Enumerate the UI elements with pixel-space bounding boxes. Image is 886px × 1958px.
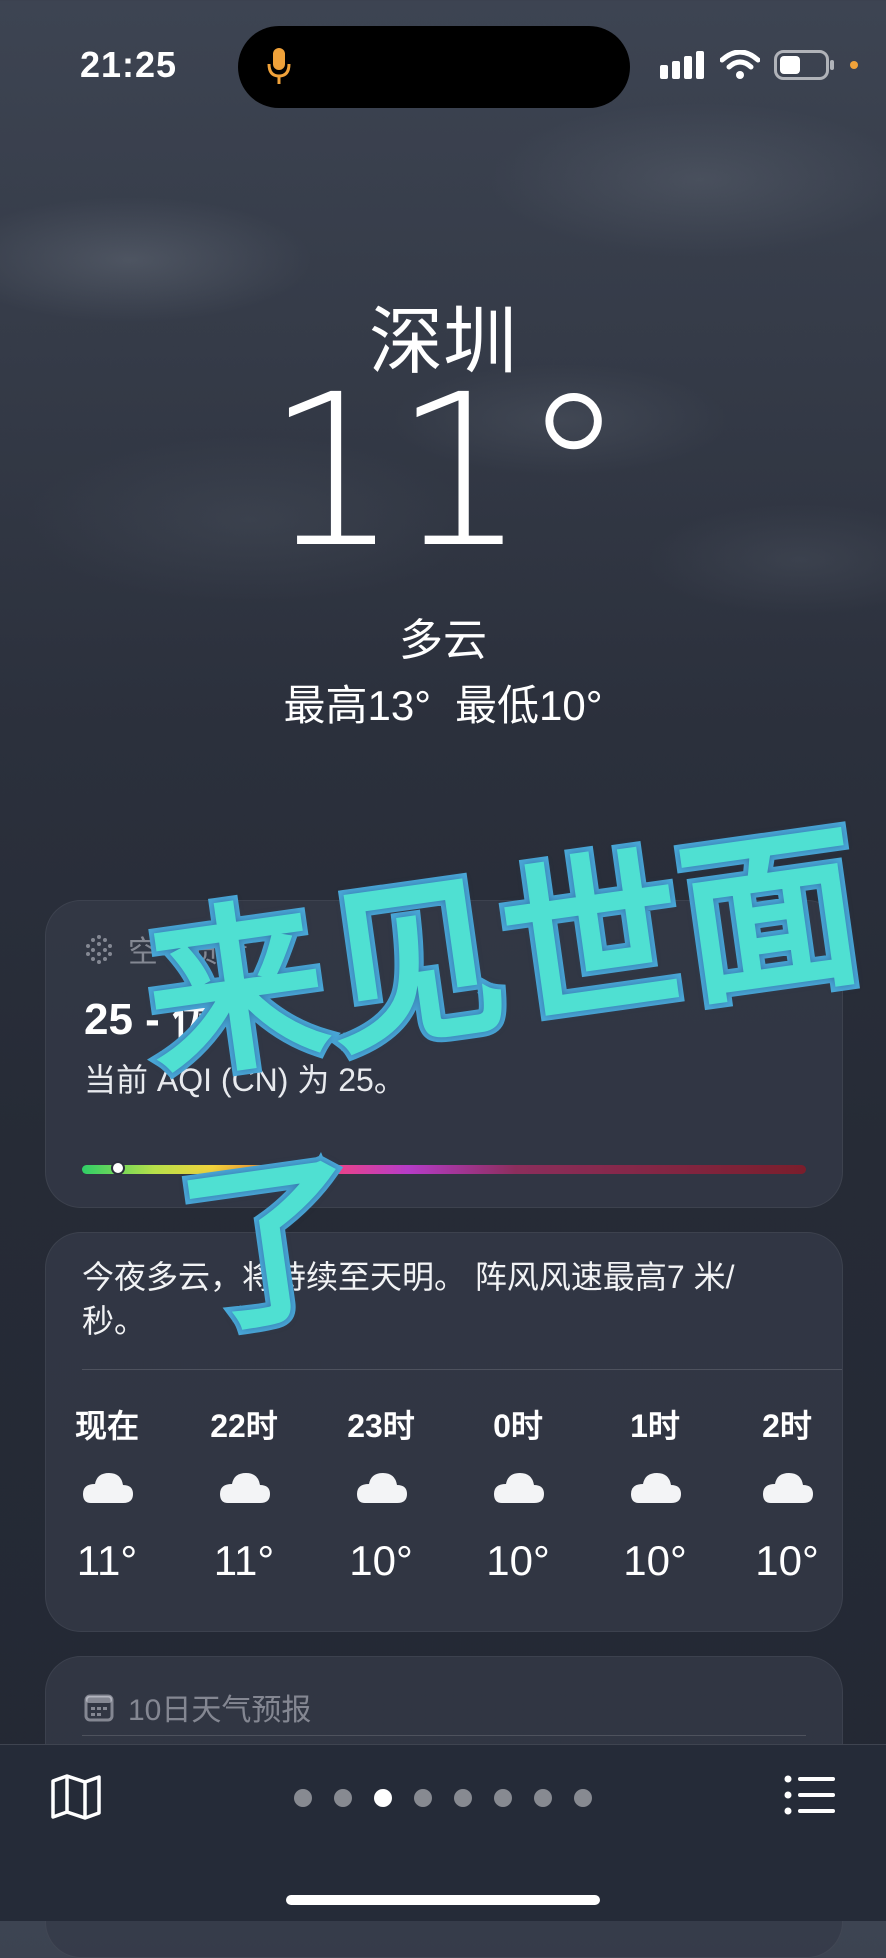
hour-item: 22时 11° [189,1401,299,1585]
hour-temp: 10° [755,1537,819,1584]
aqi-indicator [111,1161,126,1175]
hour-item: 2时 10° [732,1401,842,1585]
air-quality-icon [86,935,112,964]
page-dot[interactable] [414,1789,432,1807]
calendar-icon [84,1694,114,1722]
hour-label: 现在 [74,1408,139,1444]
hourly-forecast-card[interactable]: 今夜多云，将持续至天明。 阵风风速最高7 米/秒。 现在 11° 22时 11°… [45,1232,843,1632]
hour-item: 现在 11° [52,1401,162,1585]
hour-item: 0时 10° [463,1401,573,1585]
page-dot[interactable] [454,1789,472,1807]
status-time: 21:25 [80,44,178,85]
low-temperature: 最低10° [455,682,603,729]
hour-item: 23时 10° [326,1401,436,1585]
hour-item: 1时 10° [600,1401,710,1585]
aqi-scale-bar [82,1161,806,1175]
cellular-signal-icon [660,51,704,79]
forecast-title: 10日天气预报 [128,1694,312,1727]
page-dot[interactable] [374,1789,392,1807]
page-indicator[interactable] [0,1789,886,1807]
cloud-icon [763,1473,813,1503]
high-temperature: 最高13° [283,682,431,729]
air-quality-header: 空气质量 [84,927,248,971]
hour-temp: 10° [486,1537,550,1584]
page-dot[interactable] [574,1789,592,1807]
cloud-icon [83,1473,133,1503]
page-dot[interactable] [334,1789,352,1807]
bottom-toolbar [0,1744,886,1921]
current-temperature: 11° [265,349,626,594]
list-icon[interactable] [784,1775,836,1815]
hour-label: 0时 [493,1408,543,1444]
page-dot[interactable] [494,1789,512,1807]
aqi-value: 25 - 优 [84,995,217,1044]
page-dot[interactable] [294,1789,312,1807]
microphone-icon [267,48,291,84]
wifi-icon [720,50,760,79]
dynamic-island [238,26,630,108]
status-icons [660,50,858,80]
page-dot[interactable] [534,1789,552,1807]
hour-label: 22时 [210,1408,278,1444]
hour-temp: 11° [76,1537,138,1584]
home-indicator [286,1895,600,1905]
divider [82,1369,842,1370]
weather-condition: 多云 [399,616,487,665]
air-quality-card[interactable]: 空气质量 25 - 优 当前 AQI (CN) 为 25。 [45,900,843,1208]
hour-label: 2时 [762,1408,812,1444]
cloud-icon [357,1473,407,1503]
hour-temp: 10° [349,1537,413,1584]
air-quality-title: 空气质量 [128,936,248,969]
divider [82,1735,806,1736]
battery-icon [774,50,834,80]
hour-label: 1时 [630,1408,680,1444]
hour-temp: 10° [623,1537,687,1584]
forecast-header: 10日天气预报 [84,1685,311,1729]
aqi-description: 当前 AQI (CN) 为 25。 [84,1062,406,1098]
high-low: 最高13° 最低10° [0,672,886,733]
cloud-icon [631,1473,681,1503]
cloud-icon [494,1473,544,1503]
hour-temp: 11° [213,1537,275,1584]
privacy-indicator-icon [850,61,858,69]
cloud-icon [220,1473,270,1503]
hour-label: 23时 [347,1408,415,1444]
hourly-summary: 今夜多云，将持续至天明。 阵风风速最高7 米/秒。 [82,1259,735,1339]
